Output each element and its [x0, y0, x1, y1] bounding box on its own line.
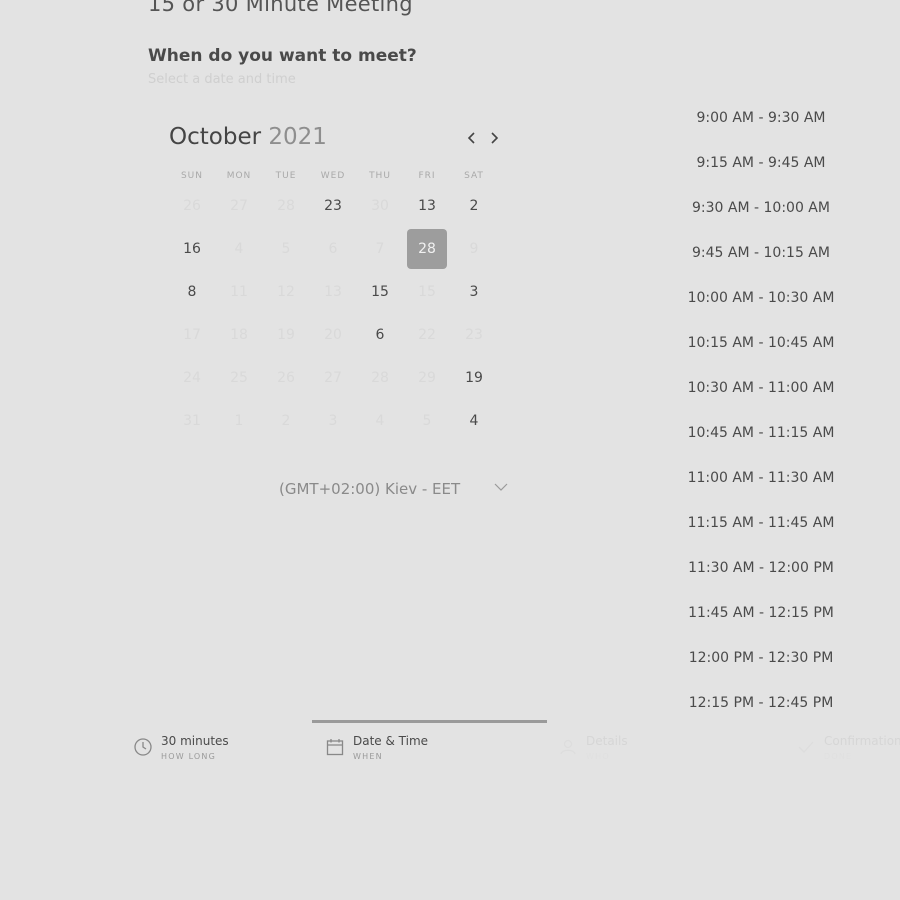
chevron-down-icon — [494, 483, 508, 491]
section-subheading: Select a date and time — [148, 72, 296, 87]
time-slot[interactable]: 12:00 PM - 12:30 PM — [676, 645, 846, 690]
time-slot[interactable]: 9:45 AM - 10:15 AM — [676, 240, 846, 285]
calendar-icon — [326, 739, 344, 756]
calendar-day: 11 — [230, 284, 248, 300]
calendar-day-selected[interactable]: 28 — [407, 229, 447, 269]
weekday-label: WED — [320, 171, 346, 181]
calendar-day: 9 — [469, 241, 479, 257]
check-icon — [798, 741, 814, 753]
time-slot[interactable]: 11:15 AM - 11:45 AM — [676, 510, 846, 555]
calendar-day: 24 — [183, 370, 201, 386]
step-details-label: Details — [586, 734, 628, 748]
calendar-day: 4 — [375, 413, 385, 429]
calendar-day[interactable]: 23 — [313, 186, 353, 226]
step-confirmation-sub: DONE — [824, 752, 853, 761]
calendar-month: October — [169, 124, 262, 150]
calendar-day[interactable]: 15 — [360, 272, 400, 312]
time-slot[interactable]: 9:00 AM - 9:30 AM — [676, 105, 846, 150]
calendar-day: 30 — [371, 198, 389, 214]
calendar-day: 6 — [328, 241, 338, 257]
page-title: 15 or 30 Minute Meeting — [148, 0, 413, 16]
calendar-day[interactable]: 8 — [172, 272, 212, 312]
calendar-day[interactable]: 4 — [454, 401, 494, 441]
chevron-left-icon — [467, 132, 475, 144]
calendar-day: 26 — [277, 370, 295, 386]
calendar-day[interactable]: 6 — [360, 315, 400, 355]
time-slot[interactable]: 11:00 AM - 11:30 AM — [676, 465, 846, 510]
calendar-day[interactable]: 13 — [407, 186, 447, 226]
calendar-day: 23 — [465, 327, 483, 343]
calendar-year: 2021 — [268, 124, 327, 150]
timezone-dropdown-toggle[interactable] — [494, 481, 508, 496]
time-slot[interactable]: 11:45 AM - 12:15 PM — [676, 600, 846, 645]
time-slot[interactable]: 10:15 AM - 10:45 AM — [676, 330, 846, 375]
time-slot[interactable]: 10:00 AM - 10:30 AM — [676, 285, 846, 330]
step-date-time-label: Date & Time — [353, 734, 429, 748]
step-date-time-sub: WHEN — [353, 752, 383, 761]
calendar-day: 4 — [234, 241, 244, 257]
calendar-day: 22 — [418, 327, 436, 343]
calendar-day: 20 — [324, 327, 342, 343]
time-slot[interactable]: 12:15 PM - 12:45 PM — [676, 690, 846, 735]
calendar-day: 25 — [230, 370, 248, 386]
calendar-day[interactable]: 16 — [172, 229, 212, 269]
time-slot-list: 9:00 AM - 9:30 AM 9:15 AM - 9:45 AM 9:30 A… — [676, 105, 846, 735]
calendar-day: 19 — [277, 327, 295, 343]
calendar-day: 7 — [375, 241, 385, 257]
calendar-day: 15 — [418, 284, 436, 300]
calendar-day: 3 — [328, 413, 338, 429]
step-duration-label: 30 minutes — [161, 734, 229, 748]
calendar-day: 29 — [418, 370, 436, 386]
calendar-day: 5 — [422, 413, 432, 429]
step-details-sub: WHO — [586, 752, 610, 761]
calendar-day[interactable]: 19 — [454, 358, 494, 398]
weekday-label: SAT — [464, 171, 484, 181]
calendar-day[interactable]: 2 — [454, 186, 494, 226]
time-slot[interactable]: 10:45 AM - 11:15 AM — [676, 420, 846, 465]
calendar-day: 18 — [230, 327, 248, 343]
weekday-label: MON — [226, 171, 252, 181]
prev-month-button[interactable] — [463, 128, 481, 148]
timezone-select[interactable]: (GMT+02:00) Kiev - EET — [279, 480, 460, 498]
user-icon — [560, 739, 576, 755]
clock-icon — [134, 738, 152, 756]
calendar-day: 27 — [230, 198, 248, 214]
progress-indicator — [312, 720, 547, 723]
calendar-month-title: October 2021 — [169, 124, 327, 150]
calendar-day: 13 — [324, 284, 342, 300]
weekday-label: FRI — [418, 171, 436, 181]
calendar-day: 26 — [183, 198, 201, 214]
calendar-day: 27 — [324, 370, 342, 386]
calendar-day: 28 — [277, 198, 295, 214]
step-confirmation-label: Confirmation — [824, 734, 900, 748]
time-slot[interactable]: 11:30 AM - 12:00 PM — [676, 555, 846, 600]
section-heading: When do you want to meet? — [148, 46, 417, 66]
calendar-day: 5 — [281, 241, 291, 257]
time-slot[interactable]: 9:15 AM - 9:45 AM — [676, 150, 846, 195]
time-slot[interactable]: 9:30 AM - 10:00 AM — [676, 195, 846, 240]
calendar-day: 31 — [183, 413, 201, 429]
calendar-day: 1 — [234, 413, 244, 429]
weekday-label: SUN — [180, 171, 204, 181]
next-month-button[interactable] — [485, 128, 503, 148]
calendar-day: 17 — [183, 327, 201, 343]
step-duration-sub: HOW LONG — [161, 752, 217, 761]
weekday-label: TUE — [275, 171, 297, 181]
weekday-label: THU — [369, 171, 391, 181]
time-slot[interactable]: 10:30 AM - 11:00 AM — [676, 375, 846, 420]
calendar-day[interactable]: 3 — [454, 272, 494, 312]
calendar-day: 2 — [281, 413, 291, 429]
calendar-day: 12 — [277, 284, 295, 300]
calendar-day: 28 — [371, 370, 389, 386]
chevron-right-icon — [491, 132, 499, 144]
